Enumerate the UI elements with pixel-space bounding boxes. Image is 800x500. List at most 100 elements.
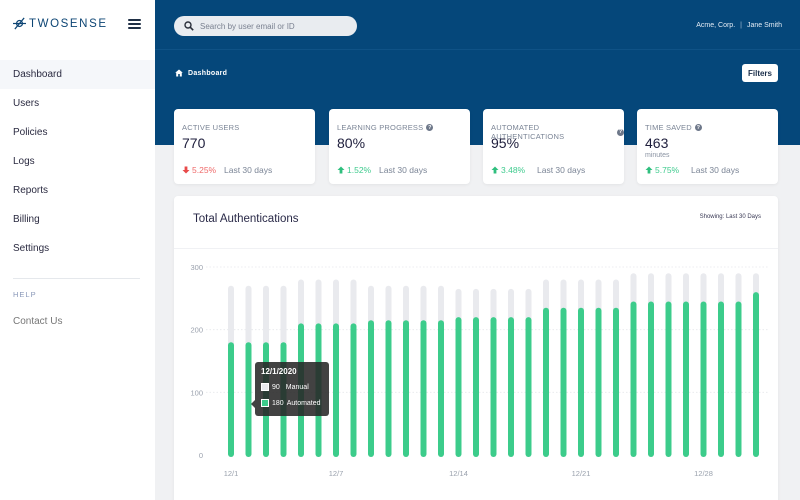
- bar-automated[interactable]: [525, 317, 532, 457]
- sidebar-item-label: Reports: [13, 185, 49, 196]
- stat-period: Last 30 days: [224, 165, 273, 175]
- x-tick-label: 12/21: [572, 469, 591, 478]
- help-icon[interactable]: ?: [617, 128, 624, 136]
- search-box[interactable]: [174, 16, 357, 36]
- help-icon[interactable]: ?: [694, 124, 702, 131]
- bar-automated[interactable]: [455, 317, 462, 457]
- help-section-label: HELP: [13, 290, 37, 299]
- sidebar-item-label: Dashboard: [13, 69, 62, 80]
- tooltip-label: Automated: [286, 399, 321, 407]
- account-info: Acme, Corp. | Jane Smith: [696, 22, 782, 29]
- home-icon: [175, 69, 183, 77]
- filters-button[interactable]: Filters: [742, 64, 778, 82]
- stat-card-time-saved: TIME SAVED? 463 minutes 5.75% Last 30 da…: [637, 109, 778, 184]
- sidebar-divider: [13, 278, 140, 279]
- tooltip-value: 180: [272, 399, 284, 407]
- bar-automated[interactable]: [403, 320, 409, 457]
- stat-period: Last 30 days: [379, 165, 428, 175]
- stat-card-active-users: ACTIVE USERS 770 5.25% Last 30 days: [174, 109, 315, 184]
- twosense-logo-icon: [13, 17, 26, 30]
- menu-toggle-icon[interactable]: [128, 19, 141, 29]
- stat-delta: 3.48%: [491, 165, 525, 175]
- company-name[interactable]: Acme, Corp.: [696, 22, 735, 29]
- tooltip-row-automated: 180 Automated: [261, 399, 321, 407]
- stat-period: Last 30 days: [691, 165, 740, 175]
- search-icon: [184, 21, 194, 31]
- stat-label: ACTIVE USERS: [182, 123, 240, 132]
- sidebar-nav: Dashboard Users Policies Logs Reports Bi…: [0, 60, 155, 263]
- manual-swatch: [261, 383, 269, 391]
- breadcrumb: Dashboard: [175, 69, 227, 77]
- user-name[interactable]: Jane Smith: [747, 22, 782, 29]
- authentications-chart: 0 100 200 300 12/1 12/7 12/14 12/21 12/28: [190, 263, 768, 478]
- sidebar-item-label: Policies: [13, 127, 48, 138]
- stat-card-automated-authentications: AUTOMATED AUTHENTICATIONS? 95% 3.48% Las…: [483, 109, 624, 184]
- contact-us-link[interactable]: Contact Us: [13, 316, 62, 327]
- stat-period: Last 30 days: [537, 165, 586, 175]
- bar-automated[interactable]: [438, 320, 444, 457]
- tooltip-row-manual: 90 Manual: [261, 383, 309, 391]
- bar-automated[interactable]: [420, 320, 427, 457]
- help-icon[interactable]: ?: [426, 124, 434, 131]
- bar-automated[interactable]: [490, 317, 497, 457]
- bar-automated[interactable]: [700, 301, 707, 457]
- bar-automated[interactable]: [613, 307, 619, 457]
- stat-value: 770: [182, 135, 206, 151]
- x-tick-label: 12/28: [694, 469, 713, 478]
- bar-automated[interactable]: [718, 301, 724, 457]
- bar-automated[interactable]: [228, 342, 234, 457]
- sidebar-item-label: Users: [13, 98, 40, 109]
- sidebar-item-policies[interactable]: Policies: [0, 118, 155, 147]
- stat-unit: minutes: [645, 152, 670, 159]
- bar-automated[interactable]: [735, 301, 742, 457]
- bar-automated[interactable]: [333, 323, 339, 457]
- header-divider: [155, 49, 800, 50]
- y-tick-label: 200: [190, 326, 203, 335]
- arrow-up-icon: [491, 166, 499, 174]
- stat-label: LEARNING PROGRESS?: [337, 123, 434, 132]
- sidebar-item-logs[interactable]: Logs: [0, 147, 155, 176]
- bar-automated[interactable]: [683, 301, 689, 457]
- bar-automated[interactable]: [543, 307, 549, 457]
- x-tick-label: 12/7: [329, 469, 344, 478]
- tooltip-value: 90: [272, 383, 280, 391]
- automated-swatch: [261, 399, 269, 407]
- stat-delta: 5.75%: [645, 165, 679, 175]
- sidebar-item-label: Logs: [13, 156, 35, 167]
- bar-automated[interactable]: [665, 301, 672, 457]
- stat-value: 463: [645, 135, 669, 151]
- stat-delta: 1.52%: [337, 165, 371, 175]
- sidebar: TWOSENSE Dashboard Users Policies Logs R…: [0, 0, 155, 500]
- bar-automated[interactable]: [578, 307, 584, 457]
- x-tick-label: 12/14: [449, 469, 468, 478]
- brand-name: TWOSENSE: [29, 17, 108, 30]
- y-tick-label: 0: [199, 451, 203, 460]
- sidebar-item-billing[interactable]: Billing: [0, 205, 155, 234]
- y-tick-label: 100: [190, 388, 203, 397]
- arrow-up-icon: [645, 166, 653, 174]
- brand-logo[interactable]: TWOSENSE: [13, 17, 108, 30]
- bar-automated[interactable]: [473, 317, 479, 457]
- sidebar-item-reports[interactable]: Reports: [0, 176, 155, 205]
- stat-card-learning-progress: LEARNING PROGRESS? 80% 1.52% Last 30 day…: [329, 109, 470, 184]
- bar-automated[interactable]: [630, 301, 637, 457]
- bar-automated[interactable]: [648, 301, 654, 457]
- bar-automated[interactable]: [385, 320, 392, 457]
- sidebar-item-dashboard[interactable]: Dashboard: [0, 60, 155, 89]
- y-tick-label: 300: [190, 263, 203, 272]
- account-separator: |: [740, 22, 742, 29]
- search-input[interactable]: [200, 21, 350, 31]
- bar-automated[interactable]: [508, 317, 514, 457]
- bar-automated[interactable]: [753, 292, 759, 457]
- chart-tooltip: 12/1/2020 90 Manual 180 Automated: [251, 362, 329, 416]
- bar-automated[interactable]: [595, 307, 602, 457]
- stat-delta: 5.25%: [182, 165, 216, 175]
- bar-automated[interactable]: [350, 323, 357, 457]
- sidebar-item-settings[interactable]: Settings: [0, 234, 155, 263]
- sidebar-item-label: Settings: [13, 243, 50, 254]
- bar-automated[interactable]: [560, 307, 567, 457]
- tooltip-date: 12/1/2020: [261, 367, 297, 376]
- sidebar-item-users[interactable]: Users: [0, 89, 155, 118]
- bar-automated[interactable]: [368, 320, 374, 457]
- tooltip-label: Manual: [285, 383, 309, 391]
